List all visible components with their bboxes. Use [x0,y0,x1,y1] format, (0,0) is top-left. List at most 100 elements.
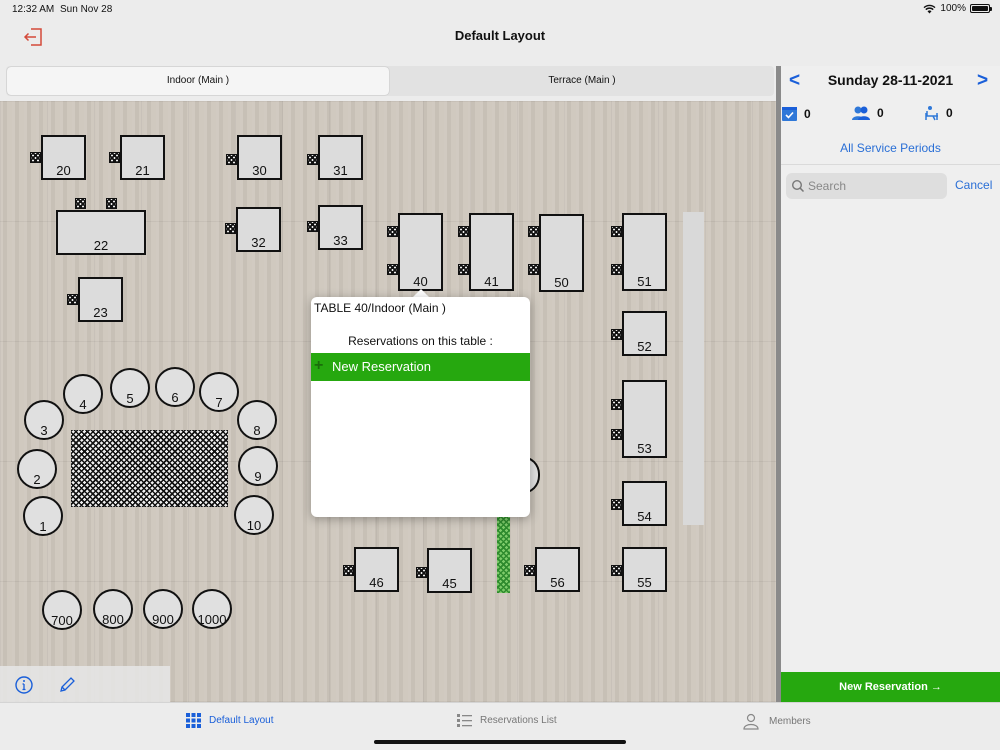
info-icon[interactable] [14,675,34,695]
table-54[interactable]: 54 [622,481,667,526]
seated-icon [925,106,938,121]
table-45[interactable]: 45 [427,548,472,593]
seated-count-value: 0 [946,106,953,120]
round-table-2[interactable]: 2 [17,449,57,489]
table-56[interactable]: 56 [535,547,580,592]
round-table-800[interactable]: 800 [93,589,133,629]
chair [30,152,41,163]
floor-toolbar [0,666,170,702]
guests-count-value: 0 [877,106,884,120]
table-46[interactable]: 46 [354,547,399,592]
round-table-700[interactable]: 700 [42,590,82,630]
home-indicator [374,740,626,744]
table-22[interactable]: 22 [56,210,146,255]
edit-icon[interactable] [57,675,77,695]
chair [611,565,622,576]
status-date: Sun Nov 28 [60,4,113,15]
chair [528,226,539,237]
chair [225,223,236,234]
round-table-3[interactable]: 3 [24,400,64,440]
tab-default-layout[interactable]: Default Layout [186,713,274,728]
popover-subtitle: Reservations on this table : [348,334,493,348]
table-51[interactable]: 51 [622,213,667,291]
calendar-check-icon [782,107,797,121]
page-title: Default Layout [454,28,546,43]
chair [611,226,622,237]
cancel-button[interactable]: Cancel [955,178,992,192]
guests-icon [852,106,870,120]
table-55[interactable]: 55 [622,547,667,592]
chair [75,198,86,209]
tab-reservations-list-label: Reservations List [480,715,557,726]
round-table-9[interactable]: 9 [238,446,278,486]
chair [611,429,622,440]
chair [611,399,622,410]
members-icon [743,713,759,730]
tab-members[interactable]: Members [743,713,811,730]
chair [67,294,78,305]
table-32[interactable]: 32 [236,207,281,252]
search-box[interactable] [786,173,947,199]
area-tabs: Indoor (Main ) Terrace (Main ) [6,66,774,96]
search-input[interactable] [808,177,943,195]
next-date-button[interactable]: > [977,70,988,92]
new-reservation-button[interactable]: New Reservation → [781,672,1000,702]
round-table-10[interactable]: 10 [234,495,274,535]
table-popover: TABLE 40/Indoor (Main ) Reservations on … [311,297,530,517]
plus-icon: + [314,357,324,374]
round-table-5[interactable]: 5 [110,368,150,408]
center-block [71,430,228,507]
round-table-7[interactable]: 7 [199,372,239,412]
tab-members-label: Members [769,716,811,727]
chair [109,152,120,163]
list-icon [457,714,472,727]
search-icon [791,179,805,193]
service-periods-link[interactable]: All Service Periods [781,141,1000,155]
tab-reservations-list[interactable]: Reservations List [457,713,557,728]
table-53[interactable]: 53 [622,380,667,458]
reservations-panel: < Sunday 28-11-2021 > 0 0 0 All Service … [781,66,1000,702]
chair [307,221,318,232]
table-31[interactable]: 31 [318,135,363,180]
wifi-icon [923,4,936,13]
round-table-1000[interactable]: 1000 [192,589,232,629]
table-52[interactable]: 52 [622,311,667,356]
round-table-1[interactable]: 1 [23,496,63,536]
chair [524,565,535,576]
round-table-900[interactable]: 900 [143,589,183,629]
tab-indoor[interactable]: Indoor (Main ) [7,67,389,95]
tab-default-layout-label: Default Layout [209,715,274,726]
chair [387,264,398,275]
round-table-6[interactable]: 6 [155,367,195,407]
table-30[interactable]: 30 [237,135,282,180]
chair [611,264,622,275]
round-table-4[interactable]: 4 [63,374,103,414]
new-reservation-label: New Reservation [332,359,431,374]
chair [611,329,622,340]
guests-count: 0 [851,105,884,121]
chair [343,565,354,576]
table-41[interactable]: 41 [469,213,514,291]
table-21[interactable]: 21 [120,135,165,180]
seated-count: 0 [924,105,953,121]
chair [416,567,427,578]
reservations-count: 0 [781,105,811,122]
table-33[interactable]: 33 [318,205,363,250]
chair [458,226,469,237]
round-table-8[interactable]: 8 [237,400,277,440]
battery-percent: 100% [940,3,966,14]
new-reservation-row[interactable]: + New Reservation [311,353,530,381]
divider [781,164,1000,165]
chair [528,264,539,275]
highlighted-path [497,516,510,593]
status-indicators: 100% [923,3,992,14]
chair [611,499,622,510]
status-time: 12:32 AM [12,4,55,15]
table-23[interactable]: 23 [78,277,123,322]
chair [226,154,237,165]
tab-terrace[interactable]: Terrace (Main ) [391,67,773,95]
table-20[interactable]: 20 [41,135,86,180]
table-40[interactable]: 40 [398,213,443,291]
chair [387,226,398,237]
table-50[interactable]: 50 [539,214,584,292]
